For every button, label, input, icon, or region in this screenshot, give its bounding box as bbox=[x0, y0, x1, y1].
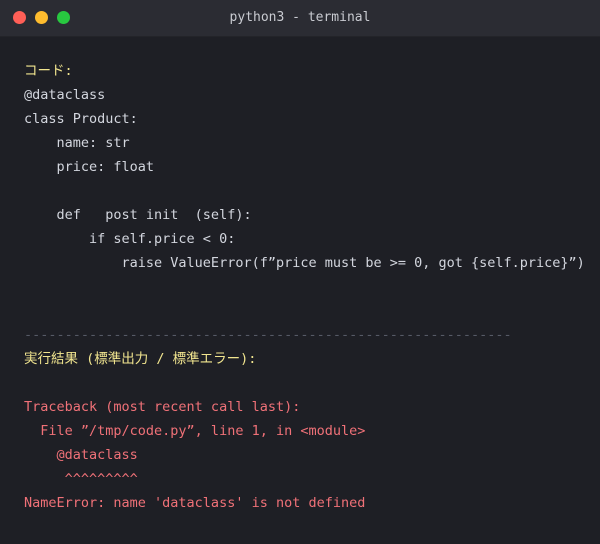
code-line: @dataclass bbox=[24, 87, 106, 103]
window-title: python3 - terminal bbox=[229, 10, 371, 25]
traceback-caret-line: ^^^^^^^^^ bbox=[24, 471, 138, 481]
title-bar: python3 - terminal bbox=[0, 0, 600, 37]
separator-line: ----------------------------------------… bbox=[24, 327, 512, 343]
error-message: NameError: name 'dataclass' is not defin… bbox=[24, 495, 366, 511]
code-line: def post init (self): bbox=[24, 207, 252, 223]
code-line: if self.price < 0: bbox=[24, 231, 236, 247]
terminal-output[interactable]: コード: @dataclass class Product: name: str… bbox=[24, 59, 592, 515]
code-line: class Product: bbox=[24, 111, 138, 127]
traceback-line: Traceback (most recent call last): bbox=[24, 399, 301, 415]
traceback-line: @dataclass bbox=[24, 447, 138, 463]
code-line: name: str bbox=[24, 135, 130, 151]
terminal-window: python3 - terminal コード: @dataclass class… bbox=[0, 0, 600, 544]
result-header: 実行結果 (標準出力 / 標準エラー): bbox=[24, 351, 257, 367]
code-line: price: float bbox=[24, 159, 155, 175]
code-header: コード: bbox=[24, 63, 73, 79]
code-line: raise ValueError(f”price must be >= 0, g… bbox=[24, 255, 585, 271]
traceback-line: File ”/tmp/code.py”, line 1, in <module> bbox=[24, 423, 366, 439]
